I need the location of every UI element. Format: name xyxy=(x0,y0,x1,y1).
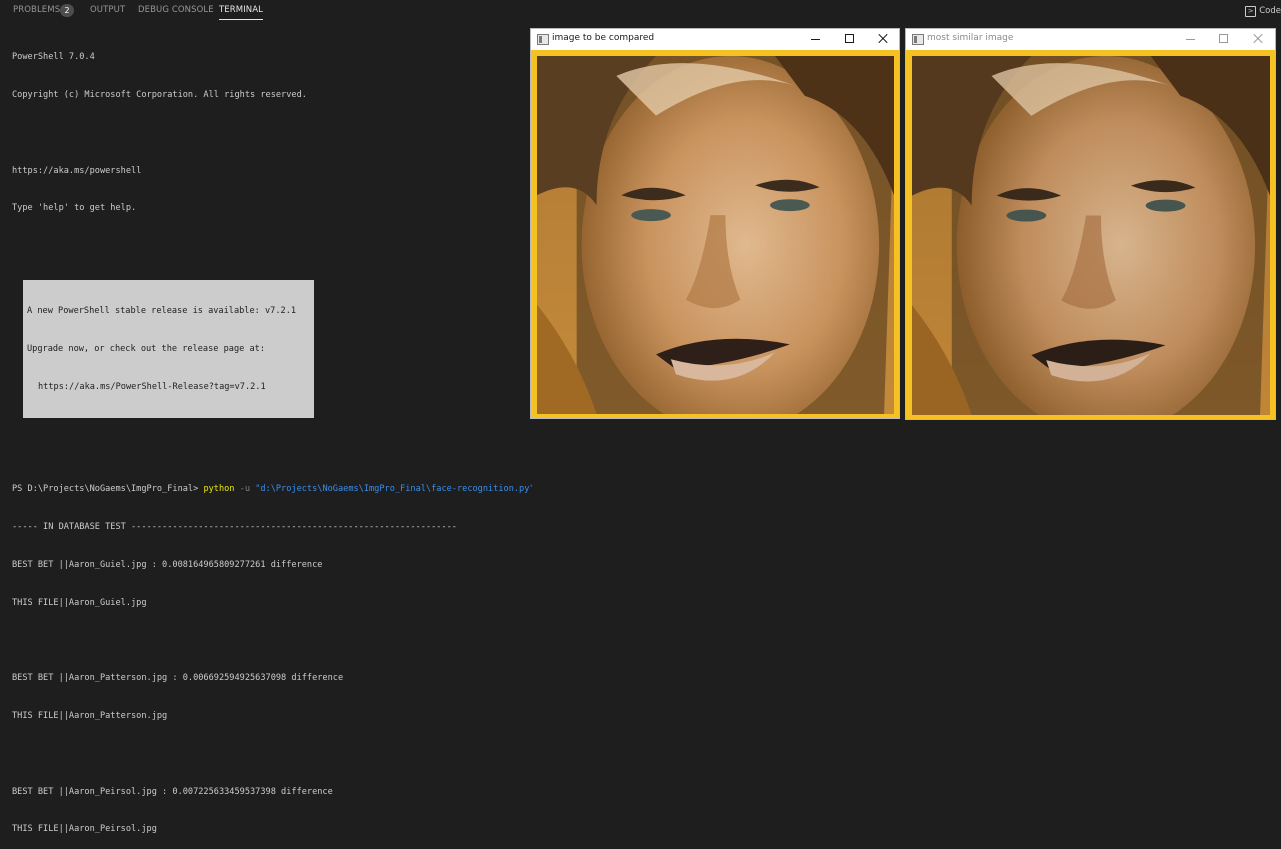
close-icon[interactable] xyxy=(1251,32,1265,46)
opencv-window-icon xyxy=(912,34,924,45)
terminal-output[interactable]: PowerShell 7.0.4 Copyright (c) Microsoft… xyxy=(12,26,532,849)
notice-link[interactable]: https://aka.ms/PowerShell-Release?tag=v7… xyxy=(27,381,314,394)
minimize-icon[interactable] xyxy=(809,32,823,46)
panel-tab-bar: PROBLEMS 2 OUTPUT DEBUG CONSOLE TERMINAL… xyxy=(0,0,1281,22)
output-line: BEST BET ||Aaron_Peirsol.jpg : 0.0072256… xyxy=(12,786,333,797)
window-title: most similar image xyxy=(927,33,1014,43)
launch-code-label: Code xyxy=(1259,6,1281,16)
notice-line: Upgrade now, or check out the release pa… xyxy=(27,343,265,354)
output-line: THIS FILE||Aaron_Guiel.jpg xyxy=(12,597,147,608)
output-line: THIS FILE||Aaron_Peirsol.jpg xyxy=(12,824,157,835)
output-line: BEST BET ||Aaron_Guiel.jpg : 0.008164965… xyxy=(12,559,323,570)
window-titlebar[interactable]: most similar image xyxy=(906,29,1275,50)
output-line: THIS FILE||Aaron_Patterson.jpg xyxy=(12,711,168,722)
maximize-icon[interactable] xyxy=(843,32,857,46)
window-titlebar[interactable]: image to be compared xyxy=(531,29,899,50)
minimize-icon[interactable] xyxy=(1184,32,1198,46)
face-image xyxy=(537,56,894,414)
face-image xyxy=(912,56,1270,415)
update-notice: A new PowerShell stable release is avail… xyxy=(23,279,314,419)
terminal-line: https://aka.ms/powershell xyxy=(12,165,142,176)
maximize-icon[interactable] xyxy=(1217,32,1231,46)
terminal-line: Type 'help' to get help. xyxy=(12,203,137,214)
tab-problems[interactable]: PROBLEMS xyxy=(13,5,60,15)
tab-output[interactable]: OUTPUT xyxy=(90,5,125,15)
compared-image-window[interactable]: image to be compared xyxy=(530,28,900,419)
image-frame xyxy=(531,50,899,418)
tab-debug-console[interactable]: DEBUG CONSOLE xyxy=(138,5,214,15)
image-frame xyxy=(906,50,1275,419)
notice-line: A new PowerShell stable release is avail… xyxy=(27,306,297,317)
launch-code-button[interactable]: > Code xyxy=(1245,4,1281,18)
command-line: PS D:\Projects\NoGaems\ImgPro_Final> pyt… xyxy=(12,483,532,496)
command-python: python xyxy=(203,484,235,495)
similar-image-window[interactable]: most similar image xyxy=(905,28,1276,420)
terminal-line: PowerShell 7.0.4 xyxy=(12,52,95,63)
opencv-window-icon xyxy=(537,34,549,45)
command-path: "d:\Projects\NoGaems\ImgPro_Final\face-r… xyxy=(255,484,532,495)
terminal-launch-icon: > xyxy=(1245,5,1257,17)
tab-terminal[interactable]: TERMINAL xyxy=(219,5,264,20)
output-line: ----- IN DATABASE TEST -----------------… xyxy=(12,522,457,533)
output-line: BEST BET ||Aaron_Patterson.jpg : 0.00669… xyxy=(12,673,344,684)
close-icon[interactable] xyxy=(876,32,890,46)
prompt: PS D:\Projects\NoGaems\ImgPro_Final> xyxy=(12,484,204,495)
terminal-line: Copyright (c) Microsoft Corporation. All… xyxy=(12,89,307,100)
problems-count-badge: 2 xyxy=(60,4,74,17)
window-title: image to be compared xyxy=(552,33,655,43)
command-flag: -u xyxy=(234,484,256,495)
